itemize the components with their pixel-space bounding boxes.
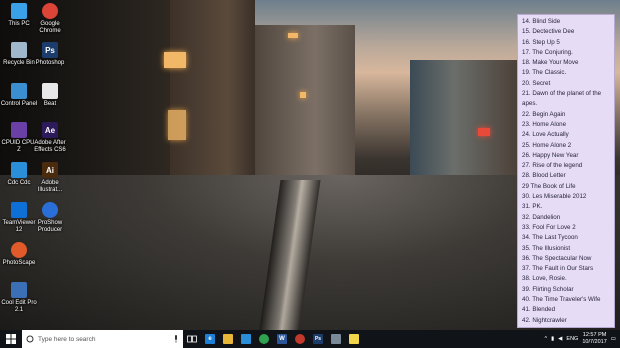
list-item: 34. The Last Tycoon (522, 234, 578, 242)
list-item: 42. Nightcrawler (522, 316, 567, 324)
edge-icon: e (205, 334, 215, 344)
store-icon (241, 334, 251, 344)
list-item: 19. The Classic. (522, 69, 567, 77)
taskbar-app-photos[interactable] (327, 330, 345, 348)
desktop-icon-proshow[interactable]: ProShow Producer (31, 202, 69, 234)
taskbar: Type here to search e W Ps ^ ▮ ◀ ENG 12:… (0, 330, 620, 348)
desktop-icon-label: ProShow Producer (37, 220, 63, 233)
clock[interactable]: 12:57 PM 10/7/2017 (582, 332, 606, 346)
desktop-icon-photoshop[interactable]: Ps Photoshop (31, 42, 69, 67)
list-item: 14. Blind Side (522, 18, 561, 25)
taskbar-app-file-explorer[interactable] (219, 330, 237, 348)
microphone-icon[interactable] (173, 335, 179, 343)
desktop-icon-photoscape[interactable]: PhotoScape (0, 242, 38, 267)
chrome-icon (42, 3, 58, 19)
cpuz-icon (11, 122, 27, 138)
list-item: 25. Home Alone 2 (522, 141, 572, 149)
list-item: 24. Love Actually (522, 131, 569, 139)
cortana-icon (26, 335, 34, 343)
after-effects-icon: Ae (42, 122, 58, 138)
control-panel-icon (11, 83, 27, 99)
list-item: 21. Dawn of the planet of the apes. (522, 90, 602, 108)
desktop-icon-cool-edit[interactable]: Cool Edit Pro 2.1 (0, 282, 38, 314)
document-icon (42, 83, 58, 99)
photoscape-icon (11, 242, 27, 258)
list-item: 35. The Illusionist (522, 244, 571, 252)
teamviewer-icon (11, 202, 27, 218)
cool-edit-icon (11, 282, 27, 298)
network-icon[interactable]: ▮ (551, 336, 554, 342)
system-tray: ^ ▮ ◀ ENG 12:57 PM 10/7/2017 ▭ (545, 332, 620, 346)
recycle-bin-icon (11, 42, 27, 58)
task-view-icon (187, 335, 197, 343)
desktop-icon-label: Adobe Illustrat... (37, 180, 63, 193)
list-item: 22. Begin Again (522, 110, 566, 118)
list-item: 15. Dectective Dee (522, 28, 575, 36)
clock-date: 10/7/2017 (582, 339, 607, 345)
list-item: 18. Make Your Move (522, 59, 579, 67)
list-item: 30. Les Miserable 2012 (522, 193, 587, 201)
file-explorer-icon (223, 334, 233, 344)
taskbar-app-media-player[interactable] (291, 330, 309, 348)
photos-icon (331, 334, 341, 344)
photoshop-icon: Ps (313, 334, 323, 344)
taskbar-app-store[interactable] (237, 330, 255, 348)
word-icon: W (277, 334, 287, 344)
computer-icon (11, 3, 27, 19)
desktop-icon-beat[interactable]: Beat (31, 83, 69, 108)
task-view-button[interactable] (183, 330, 201, 348)
desktop-icon-label: PhotoScape (2, 260, 36, 266)
list-item: 16. Step Up 5 (522, 38, 560, 46)
list-item: 20. Secret (522, 79, 551, 87)
taskbar-app-word[interactable]: W (273, 330, 291, 348)
list-item: 36. The Spectacular Now (522, 254, 592, 262)
taskbar-app-photoshop[interactable]: Ps (309, 330, 327, 348)
desktop-icon-label: Cool Edit Pro 2.1 (1, 300, 37, 313)
taskbar-app-chrome[interactable] (255, 330, 273, 348)
list-item: 39. Flirting Scholar (522, 285, 574, 293)
taskbar-app-notes[interactable] (345, 330, 363, 348)
show-hidden-icons-chevron-icon[interactable]: ^ (545, 336, 548, 342)
list-item: 40. The Time Traveler's Wife (522, 296, 601, 304)
illustrator-icon: Ai (42, 162, 58, 178)
list-item: 23. Home Alone (522, 120, 567, 128)
desktop-icon-label: Photoshop (35, 60, 65, 66)
list-item: 37. The Fault in Our Stars (522, 265, 594, 273)
clock-time: 12:57 PM (582, 332, 607, 338)
list-item: 29 The Book of Life (522, 182, 576, 190)
taskbar-app-edge[interactable]: e (201, 330, 219, 348)
photoshop-icon: Ps (42, 42, 58, 58)
taskbar-search-box[interactable]: Type here to search (22, 330, 183, 348)
desktop-icon-label: Google Chrome (39, 21, 61, 34)
windows-icon (11, 162, 27, 178)
list-item: 33. Fool For Love 2 (522, 223, 576, 231)
list-item: 41. Blended (522, 306, 556, 314)
list-item: 38. Love, Rosie. (522, 275, 567, 283)
action-center-icon[interactable]: ▭ (611, 336, 616, 342)
movie-list-panel[interactable]: 14. Blind Side 15. Dectective Dee 16. St… (517, 14, 615, 328)
movie-list: 14. Blind Side 15. Dectective Dee 16. St… (518, 15, 614, 326)
volume-icon[interactable]: ◀ (558, 336, 562, 342)
proshow-icon (42, 202, 58, 218)
search-placeholder: Type here to search (38, 335, 96, 343)
start-button[interactable] (0, 330, 22, 348)
list-item: 31. PK. (522, 203, 543, 211)
language-indicator[interactable]: ENG (566, 336, 578, 342)
desktop-icon-label: Beat (43, 101, 57, 107)
list-item: 17. The Conjuring. (522, 48, 573, 56)
desktop-icon-after-effects[interactable]: Ae Adobe After Effects CS6 (31, 122, 69, 154)
media-player-icon (295, 334, 305, 344)
list-item: 32. Dandelion (522, 213, 561, 221)
list-item: 26. Happy New Year (522, 151, 579, 159)
chrome-icon (259, 334, 269, 344)
desktop-icon-illustrator[interactable]: Ai Adobe Illustrat... (31, 162, 69, 194)
windows-logo-icon (6, 334, 16, 344)
notes-icon (349, 334, 359, 344)
desktop-icon-label: Adobe After Effects CS6 (34, 140, 66, 153)
desktop-icon-chrome[interactable]: Google Chrome (31, 3, 69, 35)
list-item: 28. Blood Letter (522, 172, 566, 180)
list-item: 27. Rise of the legend (522, 162, 583, 170)
